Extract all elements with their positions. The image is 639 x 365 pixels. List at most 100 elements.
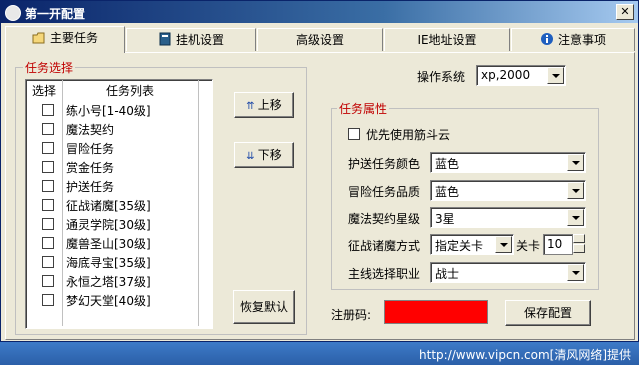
- stage-input[interactable]: 10: [543, 234, 573, 255]
- info-icon: [540, 31, 554, 53]
- folder-icon: [32, 29, 46, 51]
- main-job-select[interactable]: 战士: [430, 262, 586, 283]
- move-down-button[interactable]: ⇊ 下移: [234, 142, 294, 168]
- tab-idle-settings[interactable]: 挂机设置: [126, 28, 256, 51]
- task-label: 护送任务: [66, 180, 115, 194]
- chevron-down-icon: [567, 209, 584, 226]
- arrow-up-icon: ⇈: [246, 101, 258, 112]
- task-label: 海底寻宝[35级]: [66, 256, 151, 270]
- chevron-down-icon: [567, 264, 584, 281]
- tab-main-tasks[interactable]: 主要任务: [5, 26, 125, 53]
- task-label: 赏金任务: [66, 161, 115, 175]
- escort-color-value: 蓝色: [435, 157, 460, 171]
- task-label: 魔兽圣山[30级]: [66, 237, 151, 251]
- restore-default-button[interactable]: 恢复默认: [233, 290, 295, 324]
- tab-label: 注意事项: [557, 33, 606, 47]
- stage-value: 10: [547, 237, 563, 251]
- task-checkbox[interactable]: [42, 123, 54, 135]
- tab-advanced-settings[interactable]: 高级设置: [257, 28, 383, 51]
- os-value: xp,2000: [481, 68, 531, 82]
- chevron-down-icon: [567, 154, 584, 171]
- task-checkbox[interactable]: [42, 237, 54, 249]
- app-icon: [5, 5, 21, 21]
- title-bar: 第一开配置 ✕: [1, 1, 638, 23]
- list-item[interactable]: 永恒之塔[37级]: [26, 271, 212, 290]
- tab-label: 挂机设置: [175, 33, 224, 47]
- task-label: 通灵学院[30级]: [66, 218, 151, 232]
- conquest-mode-select[interactable]: 指定关卡: [430, 234, 514, 255]
- task-select-legend: 任务选择: [23, 59, 76, 76]
- priority-checkbox[interactable]: [348, 128, 360, 140]
- list-item[interactable]: 魔法契约: [26, 119, 212, 138]
- contract-star-value: 3星: [435, 212, 455, 226]
- tab-ie-address[interactable]: IE地址设置: [384, 28, 510, 51]
- main-window: 第一开配置 ✕ 主要任务 挂机设置 高级设置 IE地址设置 注意事项 任务选择 …: [0, 0, 639, 342]
- chevron-down-icon: [547, 67, 564, 84]
- task-label: 魔法契约: [66, 123, 115, 137]
- move-down-label: 下移: [257, 148, 282, 162]
- task-label: 征战诸魔[35级]: [66, 199, 151, 213]
- list-item[interactable]: 赏金任务: [26, 157, 212, 176]
- list-item[interactable]: 练小号[1-40级]: [26, 100, 212, 119]
- task-props-legend: 任务属性: [337, 100, 390, 117]
- task-checkbox[interactable]: [42, 256, 54, 268]
- os-select[interactable]: xp,2000: [476, 65, 566, 86]
- status-text: http://www.vipcn.com[清风网络]提供: [419, 348, 631, 362]
- task-checkbox[interactable]: [42, 199, 54, 211]
- task-checkbox[interactable]: [42, 104, 54, 116]
- tab-notes[interactable]: 注意事项: [511, 28, 635, 51]
- task-checkbox[interactable]: [42, 161, 54, 173]
- list-item[interactable]: 梦幻天堂[40级]: [26, 290, 212, 309]
- tab-label: 主要任务: [49, 31, 98, 45]
- spin-up-button[interactable]: [573, 234, 585, 243]
- main-job-value: 战士: [435, 267, 460, 281]
- task-label: 永恒之塔[37级]: [66, 275, 151, 289]
- list-item[interactable]: 冒险任务: [26, 138, 212, 157]
- adventure-quality-value: 蓝色: [435, 185, 460, 199]
- save-config-button[interactable]: 保存配置: [505, 300, 591, 326]
- task-checkbox[interactable]: [42, 180, 54, 192]
- spin-down-button[interactable]: [573, 244, 585, 253]
- list-item[interactable]: 护送任务: [26, 176, 212, 195]
- escort-color-label: 护送任务颜色: [348, 157, 421, 171]
- close-button[interactable]: ✕: [616, 4, 634, 20]
- adventure-quality-label: 冒险任务品质: [348, 185, 421, 199]
- book-icon: [158, 31, 172, 53]
- task-checkbox[interactable]: [42, 142, 54, 154]
- list-item[interactable]: 通灵学院[30级]: [26, 214, 212, 233]
- adventure-quality-select[interactable]: 蓝色: [430, 180, 586, 201]
- main-job-label: 主线选择职业: [348, 267, 421, 281]
- task-label: 冒险任务: [66, 142, 115, 156]
- list-item[interactable]: 海底寻宝[35级]: [26, 252, 212, 271]
- col-select-header: 选择: [32, 84, 57, 98]
- escort-color-select[interactable]: 蓝色: [430, 152, 586, 173]
- contract-star-select[interactable]: 3星: [430, 207, 586, 228]
- task-list: 选择 任务列表 练小号[1-40级] 魔法契约冒险任务赏金任务护送任务征战诸魔[3…: [25, 79, 213, 329]
- status-bar: http://www.vipcn.com[清风网络]提供: [0, 342, 639, 365]
- task-label: 练小号[1-40级]: [66, 104, 151, 118]
- move-up-label: 上移: [257, 98, 282, 112]
- tab-strip: 主要任务 挂机设置 高级设置 IE地址设置 注意事项: [5, 26, 635, 53]
- os-label: 操作系统: [417, 70, 466, 84]
- conquest-mode-value: 指定关卡: [435, 239, 484, 253]
- window-title: 第一开配置: [25, 7, 86, 21]
- chevron-down-icon: [567, 182, 584, 199]
- register-code-input[interactable]: [384, 300, 488, 324]
- stage-label: 关卡: [516, 239, 541, 253]
- task-checkbox[interactable]: [42, 218, 54, 230]
- tab-label: 高级设置: [295, 33, 344, 47]
- arrow-down-icon: ⇊: [246, 151, 258, 162]
- register-label: 注册码:: [331, 308, 372, 322]
- task-checkbox[interactable]: [42, 275, 54, 287]
- tab-label: IE地址设置: [417, 33, 477, 47]
- task-label: 梦幻天堂[40级]: [66, 294, 151, 308]
- task-list-header: 选择 任务列表: [26, 80, 212, 98]
- task-checkbox[interactable]: [42, 294, 54, 306]
- contract-star-label: 魔法契约星级: [348, 212, 421, 226]
- list-item[interactable]: 魔兽圣山[30级]: [26, 233, 212, 252]
- list-item[interactable]: 征战诸魔[35级]: [26, 195, 212, 214]
- chevron-down-icon: [495, 236, 512, 253]
- stage-spinner[interactable]: [573, 234, 585, 253]
- priority-label: 优先使用筋斗云: [366, 128, 451, 142]
- move-up-button[interactable]: ⇈ 上移: [234, 92, 294, 118]
